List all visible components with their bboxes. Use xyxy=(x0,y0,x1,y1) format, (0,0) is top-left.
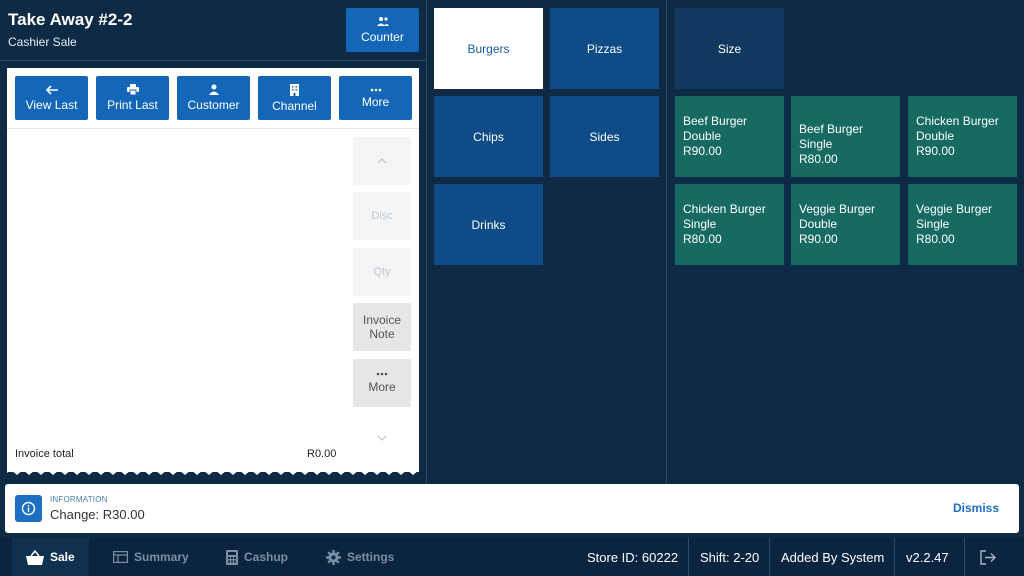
product-tile[interactable]: Chicken Burger Single R80.00 xyxy=(675,184,784,265)
product-tile[interactable]: Veggie Burger Double R90.00 xyxy=(791,184,900,265)
product-price: R90.00 xyxy=(683,144,722,158)
receipt-zigzag-edge xyxy=(7,466,419,475)
invoice-note-button[interactable]: Invoice Note xyxy=(353,303,411,351)
invoice-total-label: Invoice total xyxy=(15,448,74,460)
people-icon xyxy=(376,17,389,26)
status-separator xyxy=(964,538,965,576)
channel-button[interactable]: Channel xyxy=(258,76,331,120)
order-subtitle: Cashier Sale xyxy=(8,35,77,49)
invoice-total-value: R0.00 xyxy=(307,448,337,460)
order-title: Take Away #2-2 xyxy=(8,10,133,29)
info-icon xyxy=(15,495,42,522)
info-message: Change: R30.00 xyxy=(50,507,145,522)
customer-label: Customer xyxy=(187,98,240,112)
size-filter[interactable]: Size xyxy=(675,8,784,89)
invoice-toolbar: View Last Print Last Customer Channel Mo… xyxy=(7,68,419,129)
chevron-up-icon xyxy=(377,158,387,164)
status-separator xyxy=(894,538,895,576)
status-separator xyxy=(769,538,770,576)
product-price: R90.00 xyxy=(916,144,955,158)
app-version: v2.2.47 xyxy=(906,549,949,565)
side-more-button[interactable]: More xyxy=(353,359,411,407)
product-name: Beef Burger Single xyxy=(799,122,864,151)
toolbar-more-label: More xyxy=(361,94,390,109)
nav-cashup-label: Cashup xyxy=(244,550,289,564)
toolbar-more-button[interactable]: More xyxy=(339,76,412,120)
calculator-icon xyxy=(226,549,238,565)
category-burgers[interactable]: Burgers xyxy=(434,8,543,89)
nav-settings-label: Settings xyxy=(347,550,395,564)
product-name: Chicken Burger Double xyxy=(916,114,999,143)
invoice-panel: View Last Print Last Customer Channel Mo… xyxy=(7,68,419,472)
table-icon xyxy=(113,551,128,563)
invoice-note-label: Invoice Note xyxy=(362,313,402,341)
product-name: Veggie Burger Double xyxy=(799,202,876,231)
nav-sale[interactable]: Sale xyxy=(12,538,89,576)
dismiss-button[interactable]: Dismiss xyxy=(953,501,999,515)
info-label: INFORMATION xyxy=(50,495,108,504)
qty-label: Qty xyxy=(373,266,391,278)
added-by: Added By System xyxy=(781,549,885,565)
disc-button[interactable]: Disc xyxy=(353,192,411,240)
product-tile[interactable]: Veggie Burger Single R80.00 xyxy=(908,184,1017,265)
product-price: R80.00 xyxy=(799,152,838,166)
nav-summary-label: Summary xyxy=(134,550,189,564)
gear-icon xyxy=(326,549,341,565)
product-name: Chicken Burger Single xyxy=(683,202,766,231)
qty-button[interactable]: Qty xyxy=(353,248,411,296)
panel-divider xyxy=(426,0,427,484)
more-dots-icon xyxy=(370,88,381,91)
header-divider xyxy=(0,60,426,61)
more-dots-icon xyxy=(376,372,388,376)
product-tile[interactable]: Beef Burger Double R90.00 xyxy=(675,96,784,177)
view-last-button[interactable]: View Last xyxy=(15,76,88,120)
product-name: Veggie Burger Single xyxy=(916,202,993,231)
category-drinks[interactable]: Drinks xyxy=(434,184,543,265)
printer-icon xyxy=(126,84,139,95)
product-tile[interactable]: Chicken Burger Double R90.00 xyxy=(908,96,1017,177)
category-chips[interactable]: Chips xyxy=(434,96,543,177)
arrow-left-icon xyxy=(45,84,58,95)
product-price: R80.00 xyxy=(683,232,722,246)
chevron-down-icon xyxy=(377,435,387,441)
scroll-up-button[interactable] xyxy=(353,137,411,185)
info-notification: INFORMATION Change: R30.00 Dismiss xyxy=(5,484,1019,533)
status-separator xyxy=(688,538,689,576)
disc-label: Disc xyxy=(371,210,393,222)
counter-button[interactable]: Counter xyxy=(346,8,419,52)
product-tile[interactable]: Beef Burger Single R80.00 xyxy=(791,96,900,177)
category-sides[interactable]: Sides xyxy=(550,96,659,177)
print-last-label: Print Last xyxy=(107,98,158,112)
customer-button[interactable]: Customer xyxy=(177,76,250,120)
nav-sale-label: Sale xyxy=(50,550,75,564)
nav-summary[interactable]: Summary xyxy=(113,538,189,576)
nav-cashup[interactable]: Cashup xyxy=(226,538,288,576)
product-name: Beef Burger Double xyxy=(683,114,748,143)
category-pizzas[interactable]: Pizzas xyxy=(550,8,659,89)
bottom-bar: Sale Summary Cashup Settings Store ID: 6… xyxy=(0,538,1024,576)
building-icon xyxy=(290,83,299,96)
person-icon xyxy=(208,84,219,95)
basket-icon xyxy=(26,549,44,565)
nav-settings[interactable]: Settings xyxy=(326,538,394,576)
shift-id: Shift: 2-20 xyxy=(700,549,760,565)
print-last-button[interactable]: Print Last xyxy=(96,76,169,120)
logout-button[interactable] xyxy=(980,538,996,576)
view-last-label: View Last xyxy=(25,97,78,112)
side-more-label: More xyxy=(368,380,396,394)
product-price: R80.00 xyxy=(916,232,955,246)
pos-screen: Take Away #2-2 Cashier Sale Counter View… xyxy=(0,0,1024,576)
logout-icon xyxy=(980,549,996,565)
store-id: Store ID: 60222 xyxy=(587,549,679,565)
product-price: R90.00 xyxy=(799,232,838,246)
channel-label: Channel xyxy=(272,98,317,113)
scroll-down-button[interactable] xyxy=(353,414,411,462)
panel-divider xyxy=(666,0,667,484)
counter-label: Counter xyxy=(361,30,404,44)
